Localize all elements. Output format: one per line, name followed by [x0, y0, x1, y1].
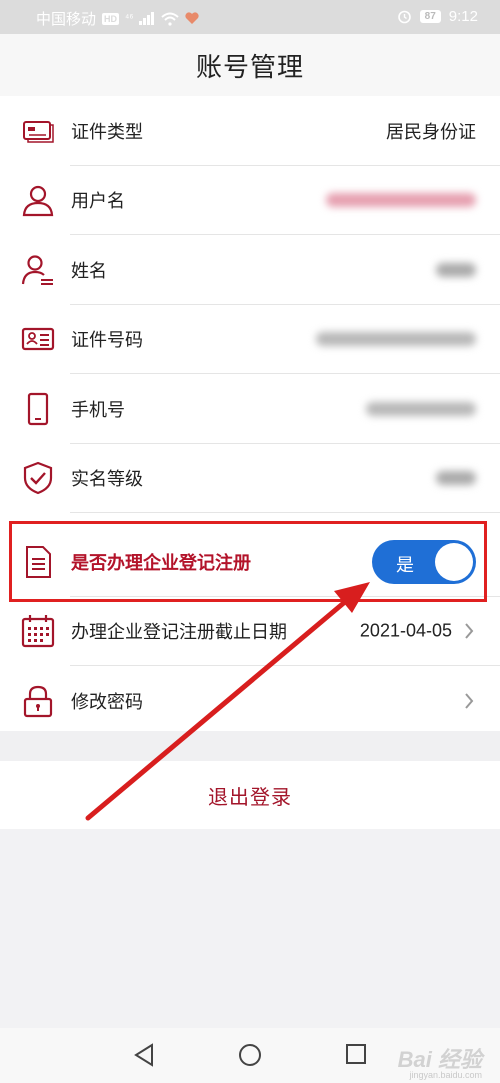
row-username: 用户名: [0, 166, 500, 235]
row-label: 实名等级: [71, 469, 143, 490]
signal-icon: [139, 12, 155, 25]
watermark-text: Bai 经验: [397, 1047, 482, 1072]
person-name-icon: [21, 255, 53, 285]
alarm-icon: [397, 10, 411, 24]
id-card-icon: [23, 120, 54, 143]
row-id-number: 证件号码: [0, 305, 500, 374]
lock-icon: [23, 685, 53, 717]
divider: [70, 512, 500, 513]
section-gap: [0, 731, 500, 761]
watermark-logo: Bai 经验 jingyan.baidu.com: [397, 1042, 482, 1080]
row-value: 居民身份证: [386, 121, 476, 142]
redacted-value: [436, 471, 476, 486]
chevron-right-icon: [465, 693, 474, 709]
recents-icon[interactable]: [345, 1043, 367, 1065]
row-change-password[interactable]: 修改密码: [0, 666, 500, 736]
row-label: 修改密码: [71, 691, 143, 712]
status-left: 中国移动 HD ⁴⁶: [36, 8, 200, 29]
row-verification-level: 实名等级: [0, 444, 500, 513]
row-label: 手机号: [71, 399, 125, 420]
system-nav-bar: Bai 经验 jingyan.baidu.com: [0, 1028, 500, 1083]
redacted-value: [436, 262, 476, 277]
home-icon[interactable]: [238, 1043, 262, 1067]
id-number-icon: [21, 328, 55, 351]
annotation-highlight-box: [9, 521, 487, 602]
row-label: 证件类型: [71, 121, 143, 142]
shield-check-icon: [23, 462, 53, 495]
phone-icon: [27, 392, 49, 425]
clock: 9:12: [448, 8, 478, 25]
chevron-right-icon: [465, 623, 474, 639]
row-label: 证件号码: [71, 330, 143, 351]
row-label: 办理企业登记注册截止日期: [71, 622, 287, 643]
row-id-type: 证件类型 居民身份证: [0, 96, 500, 166]
redacted-value: [366, 401, 476, 416]
heart-icon: [185, 12, 200, 24]
redacted-value: [316, 332, 476, 347]
row-name: 姓名: [0, 235, 500, 305]
network-type: ⁴⁶: [125, 13, 134, 24]
row-value: 2021-04-05: [359, 620, 452, 641]
back-icon[interactable]: [133, 1043, 155, 1067]
carrier-label: 中国移动: [36, 11, 97, 28]
status-bar: 中国移动 HD ⁴⁶ 87 9:12: [0, 0, 500, 34]
page-title: 账号管理: [0, 34, 500, 96]
row-label: 用户名: [71, 191, 125, 212]
watermark-subtext: jingyan.baidu.com: [409, 1070, 482, 1080]
calendar-icon: [21, 615, 55, 648]
battery-indicator: 87: [419, 10, 441, 23]
redacted-value: [326, 193, 476, 208]
row-label: 姓名: [71, 260, 107, 281]
wifi-icon: [161, 12, 180, 26]
user-icon: [22, 186, 54, 217]
account-settings-list: 证件类型 居民身份证 用户名 姓名 证件号码 手机号 实名等级 是否办理企业登记…: [0, 96, 500, 736]
logout-button[interactable]: 退出登录: [0, 761, 500, 829]
row-registration-deadline[interactable]: 办理企业登记注册截止日期 2021-04-05: [0, 597, 500, 666]
hd-badge: HD: [102, 12, 120, 25]
status-right: 87 9:12: [397, 8, 478, 25]
row-phone: 手机号: [0, 374, 500, 444]
